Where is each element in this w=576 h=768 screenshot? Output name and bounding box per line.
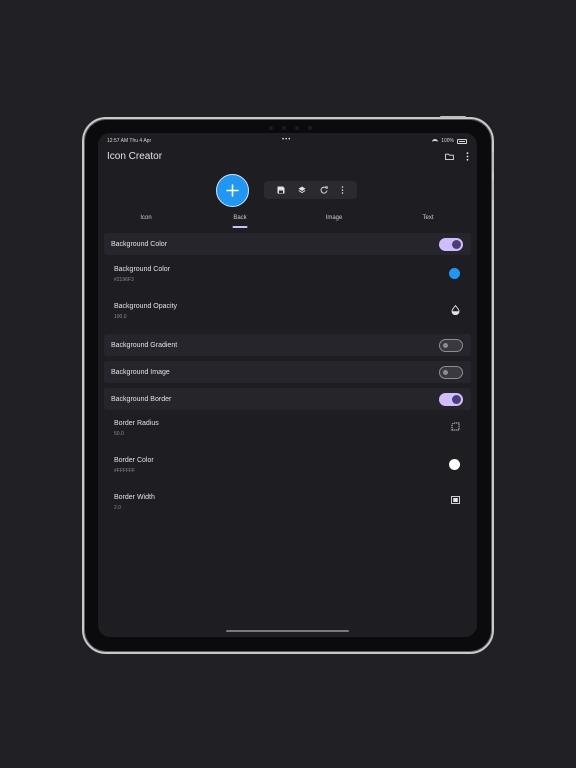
- section-title: Background Border: [111, 395, 172, 403]
- power-button: [440, 116, 466, 118]
- tab-icon[interactable]: Icon: [140, 215, 151, 221]
- active-tab-indicator: [232, 226, 248, 228]
- add-fab-button[interactable]: [216, 174, 249, 207]
- color-swatch[interactable]: [449, 268, 460, 279]
- status-bar: 12:57 AM Thu 4 Apr ••• 100%: [98, 133, 477, 149]
- background-color-row[interactable]: Background Color #2196F3: [114, 266, 464, 296]
- section-background-color[interactable]: Background Color: [104, 233, 471, 255]
- tab-image[interactable]: Image: [326, 215, 343, 221]
- setting-label: Border Radius: [114, 420, 159, 427]
- background-opacity-row[interactable]: Background Opacity 100.0: [114, 303, 464, 333]
- setting-value: 50.0: [114, 431, 124, 437]
- folder-icon[interactable]: [445, 153, 454, 161]
- save-icon[interactable]: [277, 186, 285, 194]
- app-screen: 12:57 AM Thu 4 Apr ••• 100% Icon Creator: [98, 133, 477, 637]
- setting-value: #FFFFFF: [114, 468, 136, 474]
- battery-icon: [457, 138, 467, 144]
- more-vert-icon[interactable]: [341, 186, 344, 194]
- background-color-toggle[interactable]: [439, 238, 463, 251]
- refresh-icon[interactable]: [320, 186, 328, 194]
- section-title: Background Image: [111, 368, 170, 376]
- background-border-toggle[interactable]: [439, 393, 463, 406]
- section-background-border[interactable]: Background Border: [104, 388, 471, 410]
- background-gradient-toggle[interactable]: [439, 339, 463, 352]
- border-width-icon[interactable]: [451, 496, 460, 504]
- plus-icon: [226, 184, 239, 197]
- setting-value: #2196F3: [114, 277, 134, 283]
- tab-back[interactable]: Back: [233, 215, 246, 221]
- background-image-toggle[interactable]: [439, 366, 463, 379]
- section-title: Background Color: [111, 240, 168, 248]
- home-indicator[interactable]: [226, 630, 349, 632]
- setting-value: 100.0: [114, 314, 127, 320]
- opacity-icon[interactable]: [451, 305, 460, 315]
- setting-label: Border Width: [114, 494, 155, 501]
- status-time: 12:57 AM Thu 4 Apr: [107, 138, 152, 144]
- setting-value: 2.0: [114, 505, 121, 511]
- setting-label: Background Opacity: [114, 303, 178, 310]
- page-title: Icon Creator: [107, 151, 163, 162]
- section-background-gradient[interactable]: Background Gradient: [104, 334, 471, 356]
- border-color-row[interactable]: Border Color #FFFFFF: [114, 457, 464, 487]
- camera-array: [260, 125, 320, 130]
- border-radius-row[interactable]: Border Radius 50.0: [114, 420, 464, 450]
- volume-down-button: [492, 180, 494, 200]
- section-background-image[interactable]: Background Image: [104, 361, 471, 383]
- tab-text[interactable]: Text: [422, 215, 433, 221]
- layers-icon[interactable]: [298, 186, 306, 194]
- volume-up-button: [492, 152, 494, 172]
- section-title: Background Gradient: [111, 341, 178, 349]
- multitasking-dots[interactable]: •••: [282, 137, 291, 143]
- edit-toolbar: [264, 181, 357, 199]
- tab-bar: Icon Back Image Text: [98, 211, 477, 231]
- battery-percent: 100%: [441, 138, 454, 144]
- more-vert-icon[interactable]: [466, 152, 469, 161]
- wifi-icon: [432, 139, 439, 143]
- border-width-row[interactable]: Border Width 2.0: [114, 494, 464, 524]
- color-swatch[interactable]: [449, 459, 460, 470]
- app-bar: Icon Creator: [107, 151, 469, 167]
- setting-label: Background Color: [114, 266, 171, 273]
- setting-label: Border Color: [114, 457, 154, 464]
- rounded-corner-icon[interactable]: [451, 422, 460, 431]
